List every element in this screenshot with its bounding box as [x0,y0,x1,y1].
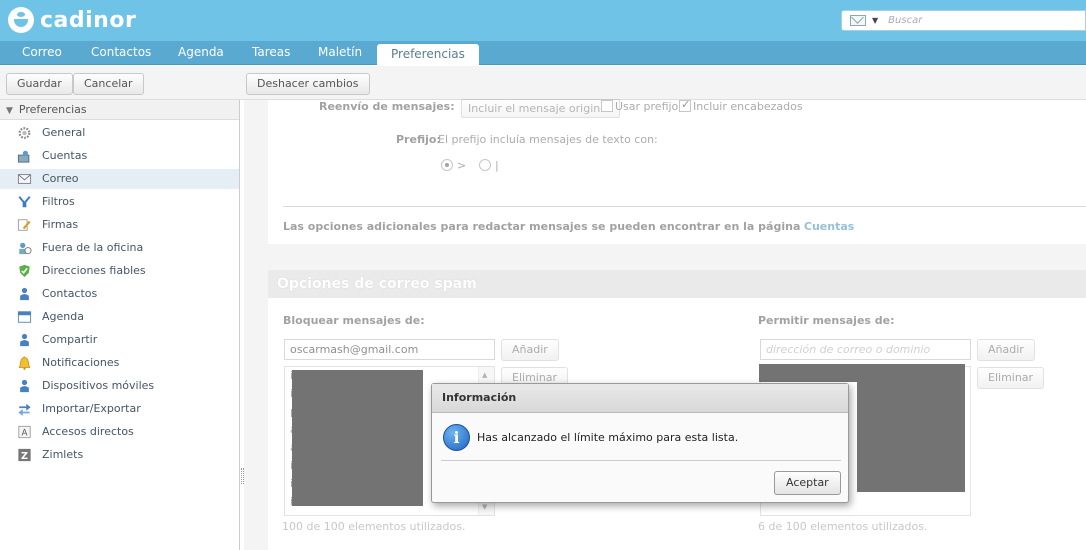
sidebar-item-label: Contactos [42,287,98,300]
sidebar-item-label: Cuentas [42,149,88,162]
sidebar-item-notificaciones[interactable]: Notificaciones [0,353,239,373]
app-header: cadinor ▼ Buscar [0,0,1086,41]
sidebar-item-contactos[interactable]: Contactos [0,284,239,304]
sidebar-item-direcciones-fiables[interactable]: Direcciones fiables [0,261,239,281]
preferences-sidebar: ▼ Preferencias General Cuentas Correo Fil… [0,100,240,550]
sidebar-item-label: Direcciones fiables [42,264,146,277]
toolbar: Guardar Cancelar Deshacer cambios [0,66,1086,100]
sidebar-header[interactable]: ▼ Preferencias [0,100,239,120]
tab-contactos[interactable]: Contactos [81,41,161,65]
sidebar-item-agenda[interactable]: Agenda [0,307,239,327]
sidebar-item-compartir[interactable]: Compartir [0,330,239,350]
gear-icon [18,127,31,139]
signature-icon [17,219,31,231]
search-input[interactable]: Buscar [888,15,922,26]
sidebar-item-label: Compartir [42,333,98,346]
logo[interactable]: cadinor [8,6,136,34]
cancel-button[interactable]: Cancelar [73,73,144,95]
sidebar-item-label: Notificaciones [42,356,120,369]
sidebar-item-label: Importar/Exportar [42,402,141,415]
mail-icon [17,174,32,184]
info-icon: i [443,424,470,451]
sidebar-item-accesos-directos[interactable]: A Accesos directos [0,422,239,442]
chevron-down-icon[interactable]: ▼ [872,16,878,25]
zimlets-icon: Z [18,448,31,462]
trusted-shield-icon [19,264,30,278]
search-box[interactable]: ▼ Buscar [841,10,1086,31]
accounts-icon [17,150,30,163]
mobile-icon [20,379,29,393]
svg-text:Z: Z [21,451,28,462]
tab-preferencias[interactable]: Preferencias [377,44,479,66]
sidebar-item-fuera-oficina[interactable]: Fuera de la oficina [0,238,239,258]
sidebar-item-zimlets[interactable]: Z Zimlets [0,445,239,465]
share-icon [20,333,29,347]
tab-tareas[interactable]: Tareas [242,41,300,65]
logo-icon [8,7,34,33]
accept-button[interactable]: Aceptar [774,471,841,495]
svg-text:A: A [22,429,28,439]
sidebar-item-label: Firmas [42,218,79,231]
calendar-icon [17,311,32,323]
dialog-message: Has alcanzado el límite máximo para esta… [477,431,739,444]
sidebar-item-label: Dispositivos móviles [42,379,155,392]
sidebar-item-dispositivos-moviles[interactable]: Dispositivos móviles [0,376,239,396]
sidebar-item-label: Correo [42,172,79,185]
sidebar-item-label: General [42,126,86,139]
contacts-icon [20,287,29,301]
sidebar-item-general[interactable]: General [0,123,239,143]
out-of-office-icon [19,242,32,255]
tab-correo[interactable]: Correo [12,41,72,65]
filter-icon [18,196,31,208]
divider [441,460,841,461]
sidebar-item-label: Agenda [42,310,84,323]
shortcuts-icon: A [18,425,31,439]
sidebar-item-label: Fuera de la oficina [42,241,144,254]
mail-search-type-icon[interactable] [850,15,866,26]
app-tabs: Correo Contactos Agenda Tareas Maletín P… [0,41,1086,66]
sidebar-item-importar-exportar[interactable]: Importar/Exportar [0,399,239,419]
save-button[interactable]: Guardar [6,73,73,95]
sidebar-item-firmas[interactable]: Firmas [0,215,239,235]
tab-agenda[interactable]: Agenda [168,41,234,65]
sidebar-item-correo[interactable]: Correo [0,169,239,189]
import-export-icon [18,403,31,416]
sidebar-item-label: Accesos directos [42,425,134,438]
sidebar-item-cuentas[interactable]: Cuentas [0,146,239,166]
sidebar-item-label: Zimlets [42,448,84,461]
info-dialog: Información i Has alcanzado el límite má… [431,383,849,503]
sidebar-item-filtros[interactable]: Filtros [0,192,239,212]
undo-changes-button[interactable]: Deshacer cambios [246,73,370,95]
sidebar-header-label: Preferencias [18,103,87,116]
bell-icon [18,356,31,370]
sidebar-item-label: Filtros [42,195,75,208]
logo-text: cadinor [40,7,137,33]
tab-maletin[interactable]: Maletín [308,41,372,65]
dialog-title: Información [432,384,848,413]
collapse-triangle-icon[interactable]: ▼ [6,101,13,121]
